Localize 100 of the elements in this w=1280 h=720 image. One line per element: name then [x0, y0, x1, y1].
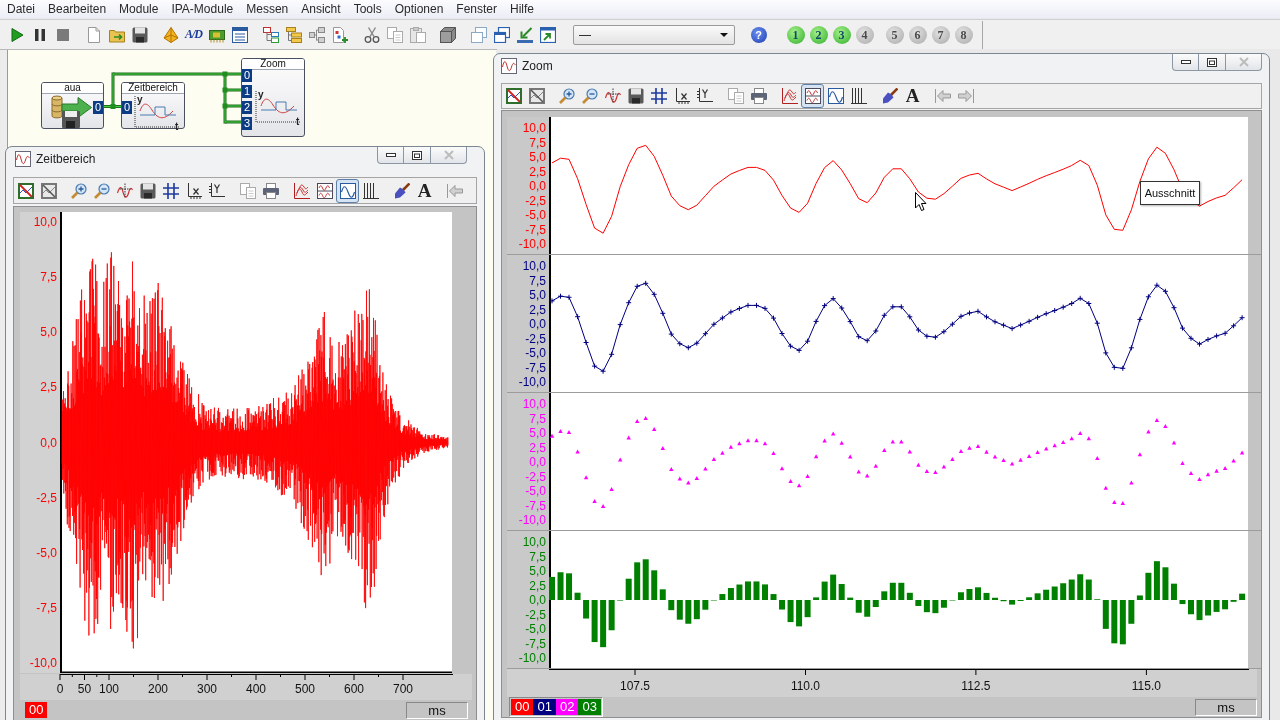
- cube-icon[interactable]: [439, 26, 456, 43]
- y-axis-icon[interactable]: [208, 182, 225, 199]
- stacked-waves-icon: [804, 88, 821, 104]
- maximize-button[interactable]: [1199, 54, 1226, 71]
- chart-icon[interactable]: [40, 182, 57, 199]
- text-tool-button[interactable]: A: [901, 84, 924, 108]
- channel-button[interactable]: 2: [809, 25, 828, 44]
- y-axis-icon[interactable]: [696, 88, 713, 104]
- save-icon[interactable]: [131, 26, 148, 43]
- channel-button[interactable]: 3: [832, 25, 851, 44]
- y-tick-label: -7,5: [36, 600, 57, 615]
- channel-badge[interactable]: 01: [533, 699, 556, 715]
- channel-button[interactable]: 8: [954, 25, 973, 44]
- channel-button[interactable]: 7: [931, 25, 950, 44]
- window-arrow-icon[interactable]: [539, 26, 556, 43]
- crystal-icon[interactable]: [162, 26, 179, 43]
- bars-axis-icon[interactable]: [362, 182, 379, 199]
- save-icon[interactable]: [139, 182, 156, 199]
- y-tick-label: 5,0: [529, 288, 546, 302]
- brush-icon[interactable]: [881, 88, 898, 104]
- menu-item[interactable]: Module: [113, 1, 165, 17]
- crosshair-wave-icon[interactable]: [116, 182, 133, 199]
- x-tick-label: 0: [56, 682, 64, 696]
- channel-badge[interactable]: 00: [511, 699, 534, 715]
- y-tick-label: 5,0: [529, 426, 546, 440]
- chart-icon[interactable]: [505, 88, 522, 104]
- channel-button[interactable]: 5: [885, 25, 904, 44]
- channel-badge[interactable]: 00: [25, 702, 48, 718]
- import-icon[interactable]: [516, 26, 533, 43]
- y-tick-label: -10,0: [518, 513, 546, 527]
- grid-icon[interactable]: [162, 182, 179, 199]
- input-port: 0: [122, 101, 132, 114]
- y-tick-label: -10,0: [29, 656, 57, 670]
- x-tick-label: 50: [77, 682, 92, 696]
- y-tick-label: -7,5: [525, 498, 546, 513]
- channel-badge[interactable]: 03: [578, 699, 601, 715]
- channel-button[interactable]: 1: [786, 25, 805, 44]
- maximize-button[interactable]: [404, 147, 431, 164]
- ad-converter-button[interactable]: A/D: [182, 22, 205, 47]
- y-tick-label: -7,5: [525, 222, 546, 237]
- dropdown[interactable]: —: [573, 24, 735, 45]
- menu-item[interactable]: Tools: [347, 1, 388, 17]
- view-mode-button[interactable]: [801, 84, 824, 108]
- print-icon[interactable]: [750, 88, 767, 104]
- input-port: 2: [242, 101, 252, 114]
- blocks-icon[interactable]: [308, 26, 325, 43]
- menu-item[interactable]: Optionen: [388, 1, 450, 17]
- chart-icon: [255, 90, 302, 123]
- zoom-in-icon[interactable]: [558, 88, 575, 104]
- menu-item[interactable]: Datei: [1, 1, 41, 17]
- menu-item[interactable]: Fenster: [450, 1, 504, 17]
- minimize-button[interactable]: [377, 147, 404, 164]
- y-tick-label: 0,0: [529, 179, 546, 193]
- x-tick-label: 112.5: [961, 679, 991, 693]
- x-tick-label: 200: [148, 682, 168, 696]
- chart-icon[interactable]: [528, 88, 545, 104]
- menu-item[interactable]: Messen: [240, 1, 295, 17]
- hierarchy-icon[interactable]: [262, 26, 279, 43]
- play-icon[interactable]: [8, 26, 25, 43]
- new-document-icon[interactable]: [85, 26, 102, 43]
- channel-button[interactable]: 4: [855, 25, 874, 44]
- bars-axis-icon[interactable]: [850, 88, 867, 104]
- minimize-button[interactable]: [1172, 54, 1199, 71]
- tree-list-icon[interactable]: [285, 26, 302, 43]
- print-icon[interactable]: [262, 182, 279, 199]
- menu-item[interactable]: Hilfe: [504, 1, 541, 17]
- y-tick-label: 5,0: [529, 564, 546, 578]
- y-tick-label: 2,5: [529, 440, 546, 455]
- list-window-icon[interactable]: [231, 26, 248, 43]
- menu-item[interactable]: IPA-Module: [165, 1, 240, 17]
- y-tick-label: 5,0: [40, 325, 57, 340]
- channel-button[interactable]: 6: [908, 25, 927, 44]
- help-button[interactable]: ?: [750, 26, 767, 43]
- menu-item[interactable]: Bearbeiten: [42, 1, 113, 17]
- y-tick-label: 2,5: [529, 302, 546, 317]
- menu-item[interactable]: Ansicht: [295, 1, 347, 17]
- save-icon[interactable]: [627, 88, 644, 104]
- mouse-pointer-icon: [915, 192, 927, 211]
- chart-icon[interactable]: [17, 182, 34, 199]
- y-tick-label: -2,5: [525, 331, 546, 346]
- output-port: 0: [93, 101, 103, 114]
- brush-icon[interactable]: [393, 182, 410, 199]
- y-tick-label: -2,5: [525, 469, 546, 484]
- crosshair-wave-icon[interactable]: [604, 88, 621, 104]
- x-tick-label: 700: [393, 682, 413, 696]
- grid-icon[interactable]: [650, 88, 667, 104]
- y-tick-label: -2,5: [525, 607, 546, 622]
- cut-icon[interactable]: [363, 26, 380, 43]
- text-tool-button[interactable]: A: [413, 178, 436, 203]
- y-tick-label: -2,5: [525, 193, 546, 208]
- add-document-icon[interactable]: [331, 26, 348, 43]
- windows-icon[interactable]: [493, 26, 510, 43]
- zoom-in-icon[interactable]: [70, 182, 87, 199]
- x-axis-icon[interactable]: [185, 182, 202, 199]
- zoom-out-icon[interactable]: [93, 182, 110, 199]
- input-port: 1: [242, 85, 252, 98]
- stop-icon[interactable]: [54, 26, 71, 43]
- x-axis-icon[interactable]: [673, 88, 690, 104]
- view-mode-button[interactable]: [336, 178, 359, 203]
- zoom-out-icon[interactable]: [581, 88, 598, 104]
